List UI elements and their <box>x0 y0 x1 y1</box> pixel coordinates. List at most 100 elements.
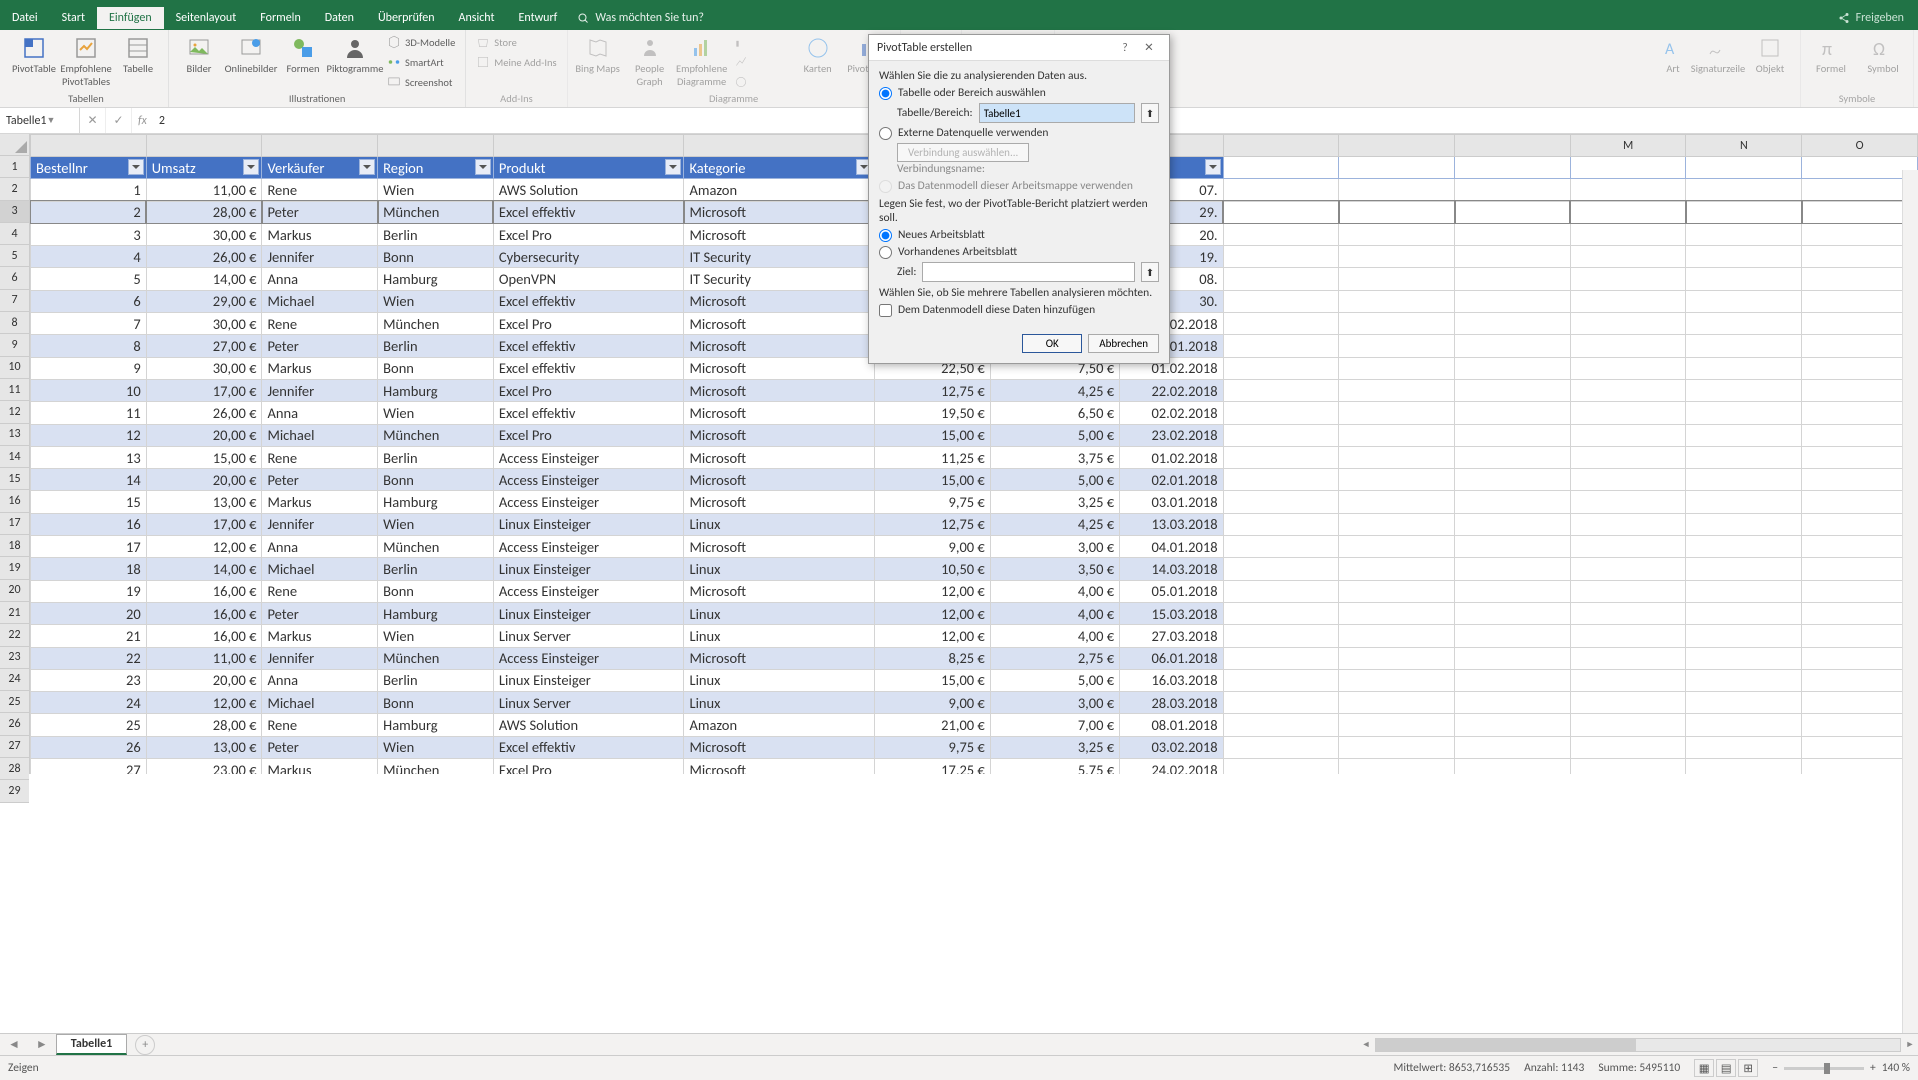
ok-button[interactable]: OK <box>1022 334 1082 353</box>
table-row[interactable]: 1315,00 €ReneBerlinAccess EinsteigerMicr… <box>31 446 1918 468</box>
radio-new-sheet[interactable]: Neues Arbeitsblatt <box>879 228 1159 242</box>
range-picker-icon[interactable]: ⬆ <box>1141 103 1159 123</box>
filter-icon[interactable] <box>359 159 375 175</box>
radio-external-source[interactable]: Externe Datenquelle verwenden <box>879 126 1159 140</box>
fx-icon[interactable]: fx <box>132 114 153 128</box>
table-row[interactable]: 1220,00 €MichaelMünchenExcel ProMicrosof… <box>31 424 1918 446</box>
sheet-nav-next-icon[interactable]: ► <box>28 1037 56 1052</box>
filter-icon[interactable] <box>243 159 259 175</box>
chart-type-2[interactable] <box>730 52 790 72</box>
radio-table-range[interactable]: Tabelle oder Bereich auswählen <box>879 86 1159 100</box>
view-buttons[interactable]: ▦▤⊞ <box>1694 1059 1758 1077</box>
maps-button[interactable]: Karten <box>794 32 842 75</box>
table-row[interactable]: 2723,00 €MarkusMünchenExcel ProMicrosoft… <box>31 759 1918 774</box>
formula-value[interactable]: 2 <box>153 114 171 128</box>
table-row[interactable]: 1017,00 €JenniferHamburgExcel ProMicroso… <box>31 379 1918 401</box>
svg-text:π: π <box>1822 38 1832 60</box>
chart-type-1[interactable] <box>730 32 790 52</box>
ribbon-tab[interactable]: Formeln <box>248 7 312 29</box>
table-row[interactable]: 1126,00 €AnnaWienExcel effektivMicrosoft… <box>31 402 1918 424</box>
fb-cancel-icon[interactable]: ✕ <box>80 108 106 133</box>
target-input[interactable] <box>922 262 1135 282</box>
range-picker-icon[interactable]: ⬆ <box>1141 262 1159 282</box>
vertical-scrollbar[interactable] <box>1902 170 1918 1033</box>
ribbon-tab[interactable]: Einfügen <box>97 7 164 29</box>
filter-icon[interactable] <box>1205 159 1221 175</box>
table-row[interactable]: 2412,00 €MichaelBonnLinux ServerLinux9,0… <box>31 692 1918 714</box>
table-row[interactable]: 2211,00 €JenniferMünchenAccess Einsteige… <box>31 647 1918 669</box>
ribbon-tab[interactable]: Überprüfen <box>366 7 447 29</box>
column-header[interactable]: O <box>1802 135 1918 157</box>
table-column-header[interactable]: Bestellnr <box>31 157 147 179</box>
table-row[interactable]: 1712,00 €AnnaMünchenAccess EinsteigerMic… <box>31 536 1918 558</box>
my-addins-button[interactable]: Meine Add-Ins <box>472 52 560 72</box>
ribbon-tab[interactable]: Daten <box>313 7 366 29</box>
close-icon[interactable]: ✕ <box>1137 40 1161 55</box>
horizontal-scrollbar[interactable]: ◄► <box>1358 1033 1918 1055</box>
table-button[interactable]: Tabelle <box>114 32 162 75</box>
ribbon-tab[interactable]: Start <box>50 7 97 29</box>
shapes-button[interactable]: Formen <box>279 32 327 75</box>
table-column-header[interactable]: Region <box>378 157 494 179</box>
tell-me[interactable]: Was möchten Sie tun? <box>577 11 704 25</box>
table-column-header[interactable]: Verkäufer <box>262 157 378 179</box>
share-button[interactable]: Freigeben <box>1824 7 1918 29</box>
icons-button[interactable]: Piktogramme <box>331 32 379 75</box>
3d-models-button[interactable]: 3D-Modelle <box>383 32 459 52</box>
name-box[interactable]: Tabelle1▼ <box>0 108 80 133</box>
table-row[interactable]: 2613,00 €PeterWienExcel effektivMicrosof… <box>31 736 1918 758</box>
filter-icon[interactable] <box>665 159 681 175</box>
ribbon-tab[interactable]: Entwurf <box>507 7 570 29</box>
table-row[interactable]: 1814,00 €MichaelBerlinLinux EinsteigerLi… <box>31 558 1918 580</box>
table-row[interactable]: 1513,00 €MarkusHamburgAccess EinsteigerM… <box>31 491 1918 513</box>
table-column-header[interactable]: Produkt <box>493 157 684 179</box>
status-count: Anzahl: 1143 <box>1524 1061 1584 1075</box>
zoom-control[interactable]: −+ 140 % <box>1772 1061 1910 1075</box>
pictures-button[interactable]: Bilder <box>175 32 223 75</box>
table-row[interactable]: 2116,00 €MarkusWienLinux ServerLinux12,0… <box>31 625 1918 647</box>
help-icon[interactable]: ? <box>1113 41 1137 55</box>
ribbon-tab[interactable]: Ansicht <box>447 7 507 29</box>
ribbon-tab[interactable]: Seitenlayout <box>164 7 249 29</box>
cancel-button[interactable]: Abbrechen <box>1088 334 1159 353</box>
add-sheet-icon[interactable]: + <box>135 1035 155 1055</box>
column-header[interactable]: N <box>1686 135 1802 157</box>
row-headers[interactable]: 1234567891011121314151617181920212223242… <box>0 134 30 774</box>
equation-button[interactable]: πFormel <box>1807 32 1855 75</box>
table-column-header[interactable]: Kategorie <box>684 157 875 179</box>
table-row[interactable]: 2320,00 €AnnaBerlinLinux EinsteigerLinux… <box>31 669 1918 691</box>
ribbon-tab[interactable]: Datei <box>0 7 50 29</box>
fb-enter-icon[interactable]: ✓ <box>106 108 132 133</box>
recommended-charts-button[interactable]: Empfohlene Diagramme <box>678 32 726 88</box>
pivottable-button[interactable]: PivotTable <box>10 32 58 75</box>
table-range-input[interactable] <box>979 103 1135 123</box>
smartart-button[interactable]: SmartArt <box>383 52 459 72</box>
table-column-header[interactable]: Umsatz <box>146 157 262 179</box>
zoom-slider[interactable] <box>1784 1067 1864 1070</box>
store-button[interactable]: Store <box>472 32 560 52</box>
column-header[interactable]: M <box>1570 135 1686 157</box>
object-button[interactable]: Objekt <box>1746 32 1794 75</box>
table-row[interactable]: 1617,00 €JenniferWienLinux EinsteigerLin… <box>31 513 1918 535</box>
checkbox-add-to-model[interactable]: Dem Datenmodell diese Daten hinzufügen <box>879 303 1159 317</box>
chart-type-3[interactable] <box>730 72 790 92</box>
table-row[interactable]: 2528,00 €ReneHamburgAWS SolutionAmazon21… <box>31 714 1918 736</box>
table-row[interactable]: 1420,00 €PeterBonnAccess EinsteigerMicro… <box>31 469 1918 491</box>
dialog-titlebar[interactable]: PivotTable erstellen ? ✕ <box>869 35 1169 61</box>
filter-icon[interactable] <box>475 159 491 175</box>
signature-button[interactable]: Signaturzeile <box>1694 32 1742 75</box>
wordart-button[interactable]: AArt <box>1656 32 1690 75</box>
table-row[interactable]: 2016,00 €PeterHamburgLinux EinsteigerLin… <box>31 602 1918 624</box>
people-graph-button[interactable]: People Graph <box>626 32 674 88</box>
recommended-pivot-button[interactable]: Empfohlene PivotTables <box>62 32 110 88</box>
screenshot-button[interactable]: Screenshot <box>383 72 459 92</box>
sheet-tab[interactable]: Tabelle1 <box>56 1034 127 1055</box>
filter-icon[interactable] <box>128 159 144 175</box>
bing-maps-button[interactable]: Bing Maps <box>574 32 622 75</box>
symbol-button[interactable]: ΩSymbol <box>1859 32 1907 75</box>
radio-existing-sheet[interactable]: Vorhandenes Arbeitsblatt <box>879 245 1159 259</box>
online-pictures-button[interactable]: Onlinebilder <box>227 32 275 75</box>
table-row[interactable]: 1916,00 €ReneBonnAccess EinsteigerMicros… <box>31 580 1918 602</box>
choose-connection-button: Verbindung auswählen... <box>897 143 1029 162</box>
sheet-nav-prev-icon[interactable]: ◄ <box>0 1037 28 1052</box>
